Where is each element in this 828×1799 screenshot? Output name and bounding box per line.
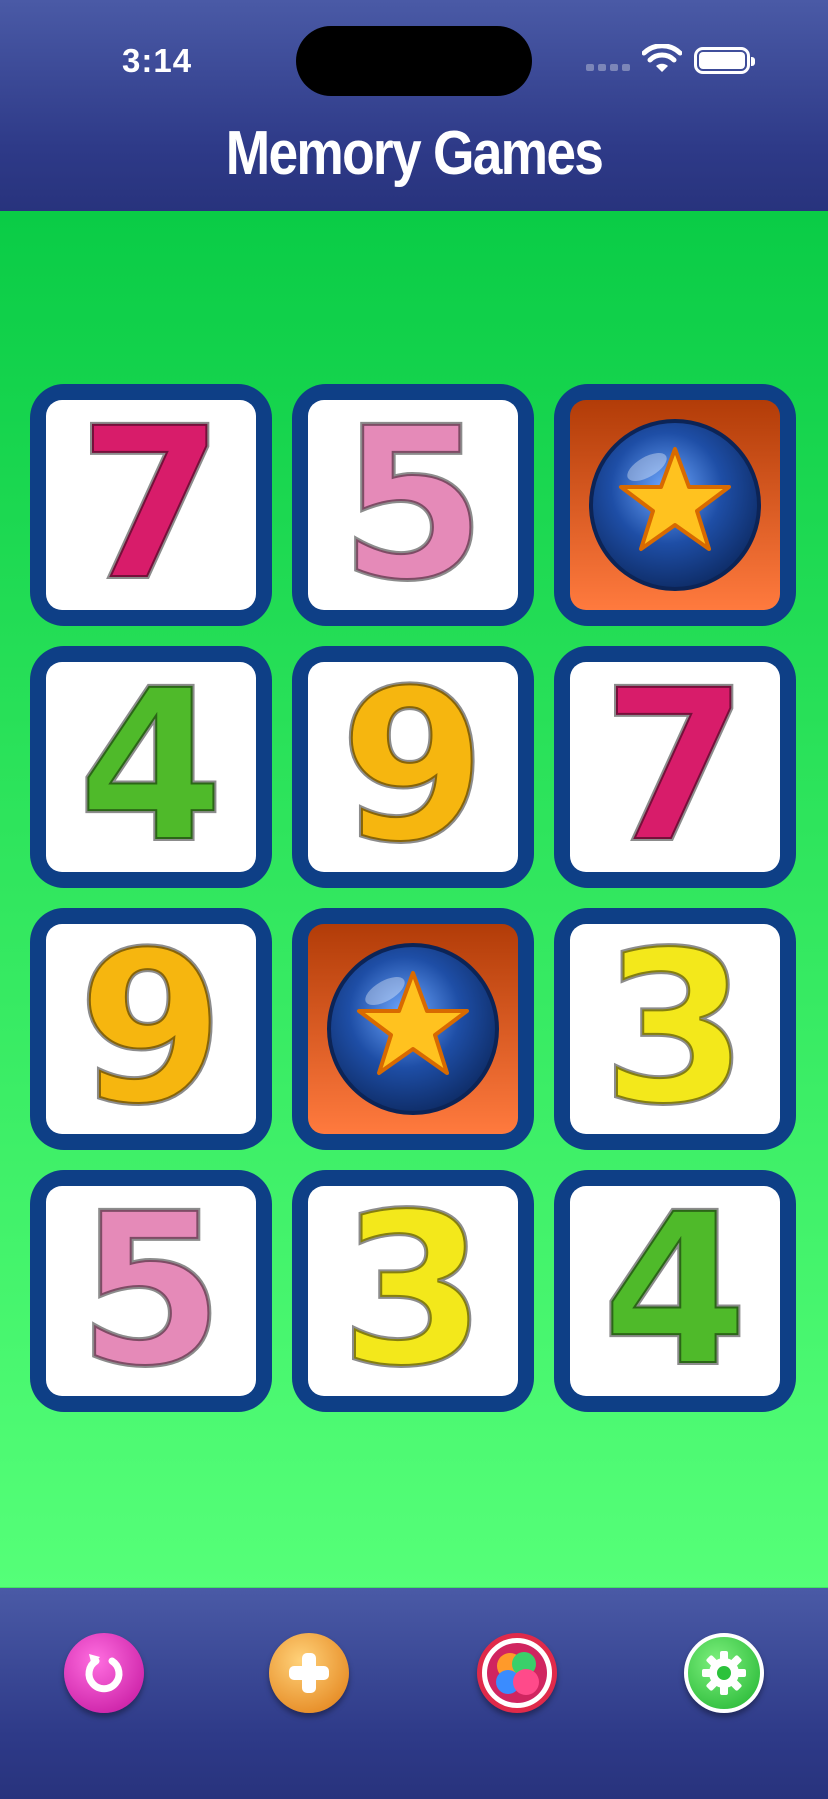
memory-card[interactable]: 3 xyxy=(554,908,796,1150)
card-face: 9 xyxy=(46,924,256,1134)
card-number: 5 xyxy=(338,400,488,610)
memory-card[interactable]: 9 xyxy=(292,646,534,888)
memory-card[interactable]: 3 xyxy=(292,1170,534,1412)
memory-card[interactable]: 7 xyxy=(30,384,272,626)
card-number: 9 xyxy=(338,662,488,872)
card-face: 7 xyxy=(570,662,780,872)
card-face: 3 xyxy=(570,924,780,1134)
more-games-button[interactable] xyxy=(477,1633,557,1713)
card-face: 9 xyxy=(308,662,518,872)
card-number: 4 xyxy=(76,662,226,872)
card-number: 7 xyxy=(76,400,226,610)
card-face: 5 xyxy=(308,400,518,610)
card-number: 3 xyxy=(338,1186,488,1396)
card-face: 5 xyxy=(46,1186,256,1396)
card-face: 4 xyxy=(46,662,256,872)
top-bar: 3:14 Memory Games xyxy=(0,0,828,211)
colorful-balls-icon xyxy=(487,1643,547,1703)
card-number: 5 xyxy=(76,1186,226,1396)
gear-icon xyxy=(702,1651,746,1695)
card-number: 3 xyxy=(600,924,750,1134)
page-title: Memory Games xyxy=(225,119,604,188)
restart-icon xyxy=(85,1654,123,1693)
memory-card[interactable] xyxy=(292,908,534,1150)
settings-button[interactable] xyxy=(684,1633,764,1713)
status-time: 3:14 xyxy=(122,42,193,79)
memory-card[interactable]: 5 xyxy=(30,1170,272,1412)
wifi-icon xyxy=(642,44,682,72)
memory-card[interactable]: 7 xyxy=(554,646,796,888)
card-face: 7 xyxy=(46,400,256,610)
star-icon xyxy=(327,943,499,1115)
memory-card[interactable]: 5 xyxy=(292,384,534,626)
star-icon xyxy=(589,419,761,591)
restart-button[interactable] xyxy=(64,1633,144,1713)
card-back xyxy=(308,924,518,1134)
memory-card[interactable]: 9 xyxy=(30,908,272,1150)
bottom-toolbar xyxy=(0,1588,828,1799)
card-face: 4 xyxy=(570,1186,780,1396)
card-number: 7 xyxy=(600,662,750,872)
battery-icon xyxy=(694,47,755,74)
card-number: 9 xyxy=(76,924,226,1134)
card-face: 3 xyxy=(308,1186,518,1396)
memory-card[interactable]: 4 xyxy=(554,1170,796,1412)
memory-card[interactable]: 4 xyxy=(30,646,272,888)
plus-icon xyxy=(289,1653,329,1693)
dynamic-island xyxy=(296,26,532,96)
new-game-button[interactable] xyxy=(269,1633,349,1713)
cellular-signal-icon xyxy=(586,64,630,71)
card-back xyxy=(570,400,780,610)
memory-card[interactable] xyxy=(554,384,796,626)
card-number: 4 xyxy=(600,1186,750,1396)
